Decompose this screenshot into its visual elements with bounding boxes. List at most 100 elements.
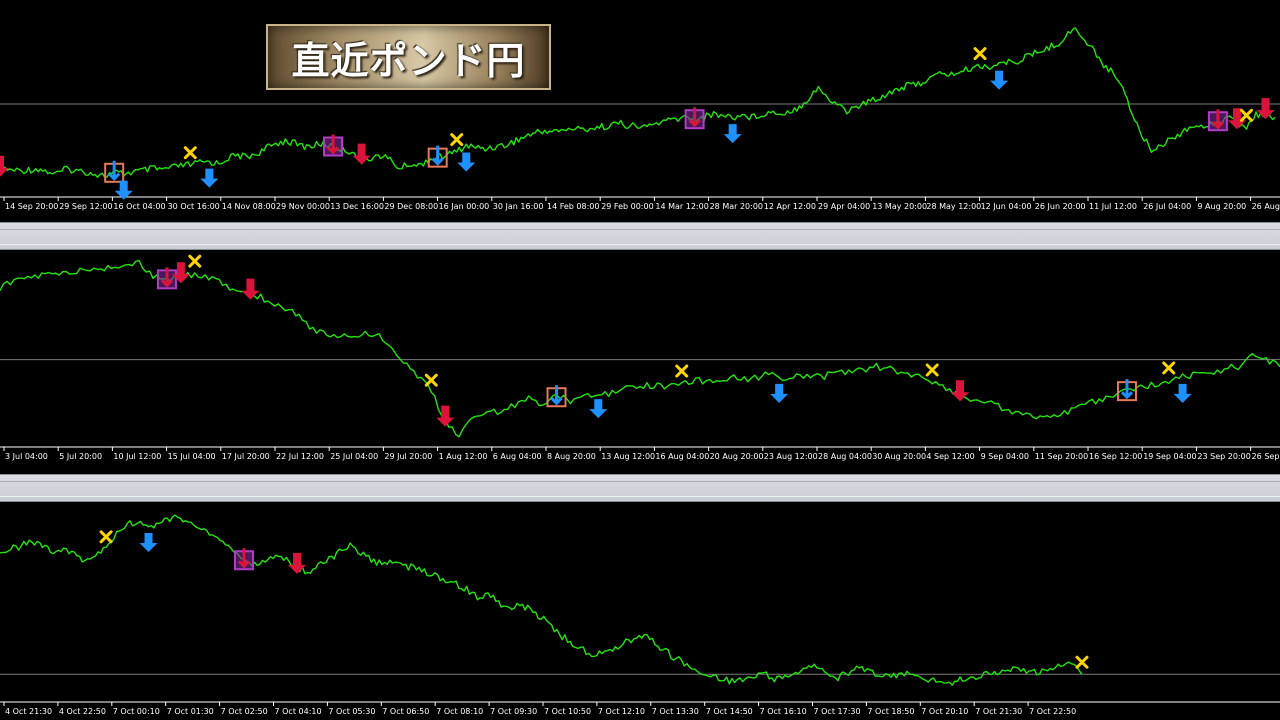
chart-panel-top[interactable]: 14 Sep 20:00 29 Sep 12:00 16 Oct 04:00 30 O… [0, 0, 1280, 220]
buy-arrow-icon [200, 168, 219, 188]
x-tick-label: 28 Aug 04:00 [818, 452, 872, 461]
x-tick-label: 30 Aug 20:00 [872, 452, 926, 461]
x-tick-label: 7 Oct 06:50 [382, 707, 429, 716]
x-tick-label: 30 Jan 16:00 [493, 202, 544, 211]
x-tick-label: 26 Sep 12:00 [1252, 452, 1280, 461]
x-tick-label: 26 Jul 04:00 [1143, 202, 1191, 211]
buy-arrow-icon [770, 383, 789, 403]
x-tick-label: 4 Oct 22:50 [59, 707, 106, 716]
panel-divider[interactable] [0, 222, 1280, 250]
x-tick-label: 8 Aug 20:00 [547, 452, 596, 461]
x-tick-label: 14 Sep 20:00 [5, 202, 58, 211]
x-tick-label: 23 Aug 12:00 [764, 452, 818, 461]
x-tick-label: 7 Oct 04:10 [275, 707, 322, 716]
x-tick-label: 1 Aug 12:00 [439, 452, 488, 461]
x-tick-label: 7 Oct 10:50 [544, 707, 591, 716]
x-tick-label: 28 May 12:00 [926, 202, 981, 211]
x-tick-label: 7 Oct 05:30 [328, 707, 375, 716]
exit-box-icon [684, 107, 705, 130]
sell-arrow-icon [241, 278, 260, 300]
x-tick-label: 13 May 20:00 [872, 202, 927, 211]
entry-box-icon [427, 145, 448, 168]
x-tick-label: 29 Dec 08:00 [384, 202, 438, 211]
exit-box-icon [323, 134, 344, 157]
panel-divider[interactable] [0, 474, 1280, 502]
x-tick-label: 7 Oct 01:30 [167, 707, 214, 716]
sell-arrow-icon [0, 155, 9, 177]
x-tick-label: 5 Jul 20:00 [59, 452, 102, 461]
exit-cross-icon [1162, 361, 1176, 375]
x-tick-label: 29 Feb 00:00 [601, 202, 653, 211]
chart-panel-middle[interactable]: 3 Jul 04:00 5 Jul 20:00 10 Jul 12:00 15 Jul… [0, 250, 1280, 472]
exit-cross-icon [424, 373, 438, 387]
x-tick-label: 29 Apr 04:00 [818, 202, 870, 211]
buy-arrow-icon [723, 124, 742, 144]
exit-cross-icon [973, 47, 987, 61]
x-tick-label: 7 Oct 12:10 [598, 707, 645, 716]
chart-panel-bottom[interactable]: 4 Oct 21:30 4 Oct 22:50 7 Oct 00:10 7 Oct 0… [0, 502, 1280, 720]
x-tick-label: 7 Oct 00:10 [113, 707, 160, 716]
x-tick-label: 13 Dec 16:00 [330, 202, 384, 211]
exit-cross-icon [188, 254, 202, 268]
x-tick-label: 28 Mar 20:00 [710, 202, 763, 211]
entry-box-icon [1116, 379, 1137, 402]
x-tick-label: 9 Aug 20:00 [1197, 202, 1246, 211]
x-tick-label: 23 Sep 20:00 [1197, 452, 1250, 461]
x-tick-label: 7 Oct 14:50 [706, 707, 753, 716]
x-tick-label: 14 Mar 12:00 [655, 202, 708, 211]
x-tick-label: 26 Aug 12:00 [1252, 202, 1280, 211]
exit-cross-icon [925, 363, 939, 377]
x-tick-label: 29 Nov 00:00 [276, 202, 330, 211]
x-tick-label: 7 Oct 21:30 [975, 707, 1022, 716]
x-tick-label: 4 Sep 12:00 [926, 452, 974, 461]
exit-box-icon [1207, 109, 1228, 132]
x-tick-label: 17 Jul 20:00 [222, 452, 270, 461]
buy-arrow-icon [139, 533, 158, 553]
x-tick-label: 7 Oct 08:10 [436, 707, 483, 716]
exit-cross-icon [1239, 108, 1253, 122]
x-tick-label: 26 Jun 20:00 [1035, 202, 1086, 211]
x-tick-label: 7 Oct 17:30 [814, 707, 861, 716]
x-tick-label: 6 Aug 04:00 [493, 452, 542, 461]
x-tick-label: 16 Sep 12:00 [1089, 452, 1142, 461]
x-tick-label: 7 Oct 16:10 [760, 707, 807, 716]
x-tick-label: 29 Jul 20:00 [384, 452, 432, 461]
x-tick-label: 7 Oct 09:30 [490, 707, 537, 716]
price-series-line [0, 514, 1083, 686]
x-tick-label: 9 Sep 04:00 [981, 452, 1029, 461]
buy-arrow-icon [1173, 383, 1192, 403]
buy-arrow-icon [990, 70, 1009, 90]
exit-cross-icon [1075, 655, 1089, 669]
title-plate: 直近ポンド円 [266, 24, 551, 90]
exit-box-icon [233, 548, 254, 571]
x-tick-label: 7 Oct 13:30 [652, 707, 699, 716]
x-tick-label: 13 Aug 12:00 [601, 452, 655, 461]
x-tick-label: 15 Jul 04:00 [168, 452, 216, 461]
x-tick-label: 16 Oct 04:00 [113, 202, 165, 211]
x-tick-label: 16 Aug 04:00 [655, 452, 709, 461]
buy-arrow-icon [457, 152, 476, 172]
x-tick-label: 4 Oct 21:30 [5, 707, 52, 716]
exit-cross-icon [675, 364, 689, 378]
x-tick-label: 16 Jan 00:00 [439, 202, 490, 211]
x-tick-label: 14 Nov 08:00 [222, 202, 276, 211]
exit-box-icon [156, 267, 177, 290]
x-tick-label: 11 Sep 20:00 [1035, 452, 1088, 461]
x-tick-label: 12 Jun 04:00 [981, 202, 1032, 211]
x-tick-label: 10 Jul 12:00 [113, 452, 161, 461]
x-tick-label: 14 Feb 08:00 [547, 202, 599, 211]
x-tick-label: 3 Jul 04:00 [5, 452, 48, 461]
x-tick-label: 19 Sep 04:00 [1143, 452, 1196, 461]
x-tick-label: 22 Jul 12:00 [276, 452, 324, 461]
x-tick-label: 25 Jul 04:00 [330, 452, 378, 461]
chart-title: 直近ポンド円 [291, 38, 526, 83]
x-tick-label: 12 Apr 12:00 [764, 202, 816, 211]
x-tick-label: 7 Oct 20:10 [921, 707, 968, 716]
price-series-line [0, 259, 1280, 438]
sell-arrow-icon [436, 405, 455, 427]
x-tick-label: 11 Jul 12:00 [1089, 202, 1137, 211]
x-tick-label: 29 Sep 12:00 [59, 202, 112, 211]
x-tick-label: 30 Oct 16:00 [168, 202, 220, 211]
buy-arrow-icon [589, 399, 608, 419]
x-tick-label: 7 Oct 18:50 [867, 707, 914, 716]
